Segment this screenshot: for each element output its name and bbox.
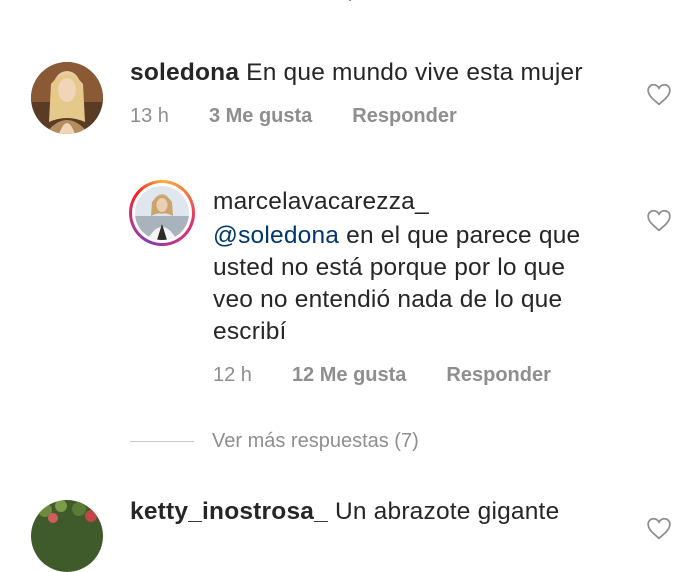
heart-icon[interactable] <box>646 208 672 232</box>
view-more-replies-label[interactable]: Ver más respuestas (7) <box>212 430 419 453</box>
comment-body-line3: veo no entendió nada de lo que <box>213 286 563 313</box>
reply-button[interactable]: Responder <box>352 105 456 128</box>
avatar[interactable] <box>31 62 103 134</box>
heart-icon[interactable] <box>646 516 672 540</box>
comment-time: 13 h <box>130 105 169 127</box>
comment-body: Un abrazote gigante <box>334 498 560 525</box>
likes-count[interactable]: 12 Me gusta <box>292 364 406 387</box>
comment-body-line2: usted no está porque por lo que <box>213 254 566 281</box>
avatar-photo <box>135 186 189 240</box>
avatar-photo <box>31 62 103 134</box>
reply-button[interactable]: Responder <box>446 364 550 387</box>
comment-username[interactable]: marcelavacarezza_ <box>213 188 429 215</box>
mention-link[interactable]: @soledona <box>213 222 339 249</box>
comment-time: 12 h <box>213 364 252 386</box>
comment-body-line4: escribí <box>213 318 287 345</box>
heart-icon[interactable] <box>646 82 672 106</box>
cut-off-header: · <box>0 0 700 12</box>
likes-count[interactable]: 3 Me gusta <box>209 105 312 128</box>
comment-body: @soledona en el que parece que usted no … <box>213 220 580 348</box>
comment-username[interactable]: soledona <box>130 59 239 86</box>
comment-username-line: marcelavacarezza_ <box>213 186 429 218</box>
comment-meta: 13 h 3 Me gusta Responder <box>130 105 457 128</box>
comment-username[interactable]: ketty_inostrosa_ <box>130 498 328 525</box>
comment-text: ketty_inostrosa_ Un abrazote gigante <box>130 496 559 528</box>
divider-line <box>130 441 194 442</box>
story-ring[interactable] <box>129 180 195 246</box>
comment-body: En que mundo vive esta mujer <box>246 59 583 86</box>
comment-text: soledona En que mundo vive esta mujer <box>130 57 583 89</box>
view-more-replies[interactable]: Ver más respuestas (7) <box>130 430 419 453</box>
comment-meta: 12 h 12 Me gusta Responder <box>213 364 551 387</box>
comment-body-line1: en el que parece que <box>346 222 581 249</box>
avatar[interactable] <box>31 500 103 572</box>
avatar-photo <box>31 500 103 572</box>
avatar <box>135 186 189 240</box>
